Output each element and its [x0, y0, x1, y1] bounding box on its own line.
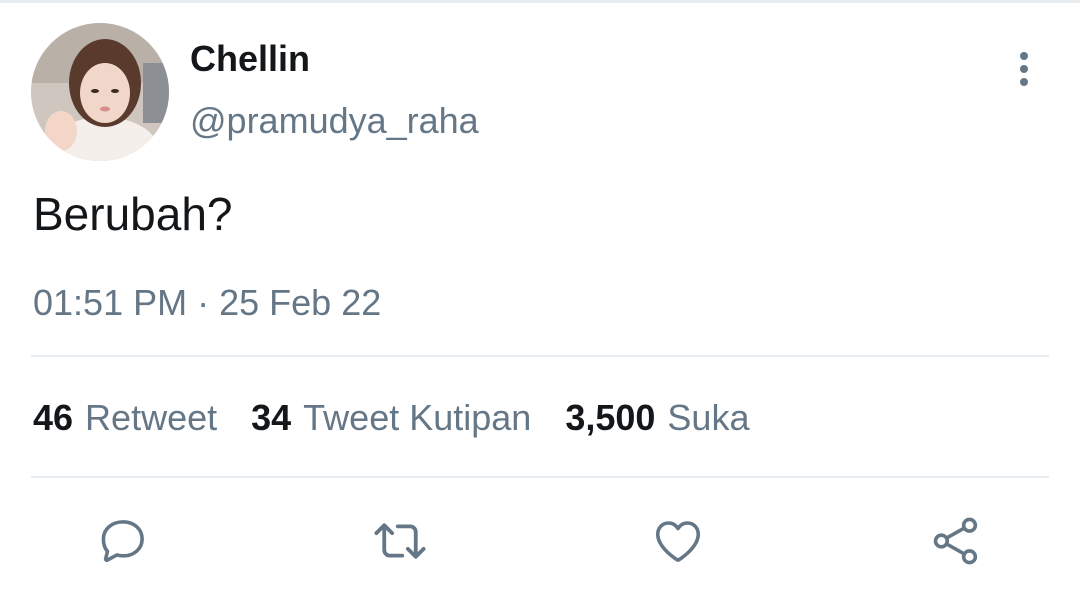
tweet-card: Chellin @pramudya_raha Berubah? 01:51 PM… [0, 0, 1080, 594]
stat-count: 46 [33, 397, 74, 438]
stat-label: Tweet Kutipan [303, 397, 532, 438]
stat-label: Suka [667, 397, 750, 438]
tweet-time: 01:51 PM [33, 282, 188, 323]
reply-icon [101, 520, 144, 563]
timestamp-separator: · [197, 282, 210, 323]
retweet-icon [374, 523, 426, 559]
tweet-stats: 46 Retweet 34 Tweet Kutipan 3,500 Suka [33, 396, 783, 440]
tweet-date: 25 Feb 22 [219, 282, 382, 323]
display-name[interactable]: Chellin [190, 37, 310, 81]
avatar-image [31, 23, 169, 161]
avatar[interactable] [31, 23, 169, 161]
divider [31, 476, 1049, 478]
divider [31, 355, 1049, 357]
reply-button[interactable] [93, 511, 153, 571]
tweet-text: Berubah? [33, 188, 233, 240]
more-options-button[interactable] [1004, 47, 1044, 91]
stat-count: 3,500 [565, 397, 656, 438]
retweet-count-stat[interactable]: 46 Retweet [33, 396, 217, 440]
stat-label: Retweet [85, 397, 218, 438]
quote-tweet-count-stat[interactable]: 34 Tweet Kutipan [251, 396, 531, 440]
stat-count: 34 [251, 397, 292, 438]
more-vertical-icon [1020, 52, 1028, 86]
share-icon [933, 517, 978, 565]
user-handle[interactable]: @pramudya_raha [190, 99, 479, 143]
retweet-button[interactable] [370, 511, 430, 571]
share-button[interactable] [926, 511, 986, 571]
tweet-timestamp[interactable]: 01:51 PM · 25 Feb 22 [33, 281, 381, 325]
like-count-stat[interactable]: 3,500 Suka [565, 396, 749, 440]
like-button[interactable] [648, 511, 708, 571]
heart-icon [655, 521, 701, 562]
